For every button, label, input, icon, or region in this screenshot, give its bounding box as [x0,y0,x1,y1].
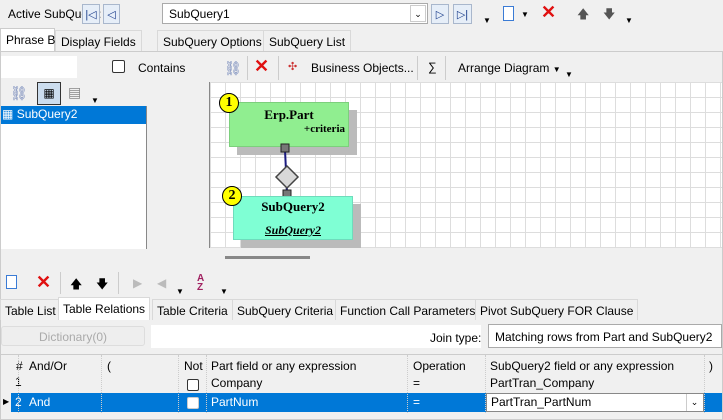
delete-icon[interactable]: ✕ [36,272,51,293]
column-header[interactable]: SubQuery2 field or any expression [487,359,674,373]
not-checkbox[interactable] [187,397,199,409]
move-down-icon[interactable]: 🡇 [96,275,108,296]
list-item-label: SubQuery2 [16,107,78,121]
new-dropdown-icon[interactable]: ▼ [521,10,529,19]
subquery-select-value: SubQuery1 [169,7,230,21]
not-checkbox[interactable] [187,379,199,391]
search-input[interactable] [1,56,77,78]
subquery-field-select[interactable]: PartTran_PartNum ⌄ [486,393,704,412]
table-icon: ▦ [2,107,14,121]
column-header[interactable]: # [16,359,23,373]
table-view-icon[interactable]: ▦ [37,82,61,105]
table-row[interactable]: 2 And PartNum = PartTran_PartNum ⌄ [11,393,722,412]
tab-pivot-subquery-for-clause[interactable]: Pivot SubQuery FOR Clause [475,299,639,320]
business-objects-icon: ✣ [288,61,298,73]
diagram-node-subquery2[interactable]: SubQuery2 SubQuery2 [233,196,353,240]
bottom-dropdown-icon[interactable]: ▼ [176,287,184,296]
arrange-diagram-button[interactable]: Arrange Diagram ▼ [458,61,561,75]
part-field-cell[interactable]: Company [208,376,262,390]
move-down-icon[interactable]: 🡇 [603,5,615,26]
diagram-node-erp-part[interactable]: Erp.Part +criteria [229,102,349,147]
tab-function-call-parameters[interactable]: Function Call Parameters [335,299,481,320]
subquery-field-cell[interactable]: PartTran_Company [487,376,594,390]
sort-dropdown-icon[interactable]: ▼ [220,287,228,296]
new-document-icon[interactable] [6,275,17,289]
overflow-dropdown-icon[interactable]: ▼ [483,16,491,25]
outdent-icon[interactable]: ◀ [157,276,166,290]
node-badge: 1 [219,93,239,113]
tab-subquery-criteria[interactable]: SubQuery Criteria [232,299,339,320]
new-document-icon[interactable] [503,6,514,21]
chevron-down-icon[interactable]: ⌄ [410,5,426,22]
and-or-cell[interactable]: And [26,395,50,409]
calculator-icon[interactable]: ▤ [68,84,81,101]
operation-cell[interactable]: = [410,395,420,409]
previous-subquery-button[interactable]: ◁ [103,4,120,24]
tab-subquery-list[interactable]: SubQuery List [263,30,352,51]
node-subtitle: +criteria [303,123,345,135]
arrange-diagram-label: Arrange Diagram [458,61,550,75]
view-dropdown-icon[interactable]: ▼ [91,96,99,105]
join-type-label: Join type: [430,331,482,345]
indent-icon[interactable]: ▶ [133,276,142,290]
column-header[interactable]: Operation [410,359,466,373]
toolbar-dropdown-icon[interactable]: ▼ [625,16,633,25]
diagram-toolbar-dropdown-icon[interactable]: ▼ [565,70,573,79]
relation-connector[interactable] [270,142,310,202]
contains-checkbox[interactable] [112,60,125,73]
column-header[interactable]: ( [104,359,111,373]
dictionary-button[interactable]: Dictionary(0) [1,326,145,346]
tab-subquery-options[interactable]: SubQuery Options [157,30,268,51]
node-subtitle: SubQuery2 [264,223,321,237]
subquery-field-value: PartTran_PartNum [491,395,592,409]
list-item[interactable]: ▦ SubQuery2 [1,106,146,124]
node-title: SubQuery2 [261,199,325,214]
relations-grid: # And/Or ( Not Part field or any express… [1,354,722,413]
business-objects-button[interactable]: Business Objects... [311,61,414,75]
tab-display-fields[interactable]: Display Fields [55,30,142,51]
subquery-select[interactable]: SubQuery1 ⌄ [162,3,428,24]
delete-icon[interactable]: ✕ [254,56,269,77]
subquery-list: ▦ SubQuery2 [1,106,147,249]
tab-table-relations[interactable]: Table Relations [58,297,151,321]
contains-label: Contains [138,61,186,75]
column-header[interactable]: ) [706,359,713,373]
move-up-icon[interactable]: 🡅 [70,275,82,296]
chevron-down-icon[interactable]: ⌄ [686,394,702,411]
node-badge: 2 [222,186,242,206]
column-header[interactable]: Part field or any expression [208,359,356,373]
node-title: Erp.Part [264,107,314,122]
first-subquery-button[interactable]: |◁ [82,4,100,24]
tab-table-criteria[interactable]: Table Criteria [152,299,233,320]
delete-icon[interactable]: ✕ [541,2,556,23]
part-field-cell[interactable]: PartNum [208,395,258,409]
operation-cell[interactable]: = [410,376,420,390]
horizontal-scrollbar[interactable] [225,256,310,259]
link-icon[interactable]: ⛓ [10,85,28,102]
tab-table-list[interactable]: Table List [0,299,61,320]
current-row-indicator-icon: ▶ [3,397,10,406]
last-subquery-button[interactable]: ▷| [453,4,472,24]
move-up-icon[interactable]: 🡅 [577,5,589,26]
sum-button[interactable]: ∑ [428,60,437,74]
column-header[interactable]: And/Or [26,359,67,373]
table-row[interactable]: 1 Company = PartTran_Company [1,375,722,393]
next-subquery-button[interactable]: ▷ [431,4,449,24]
sort-az-icon[interactable]: AZ [197,274,204,293]
column-header[interactable]: Not [181,359,203,373]
tab-phrase-build[interactable]: Phrase Build [0,28,74,52]
join-type-select[interactable]: Matching rows from Part and SubQuery2 [488,324,722,348]
link-icon[interactable]: ⛓ [224,60,242,77]
